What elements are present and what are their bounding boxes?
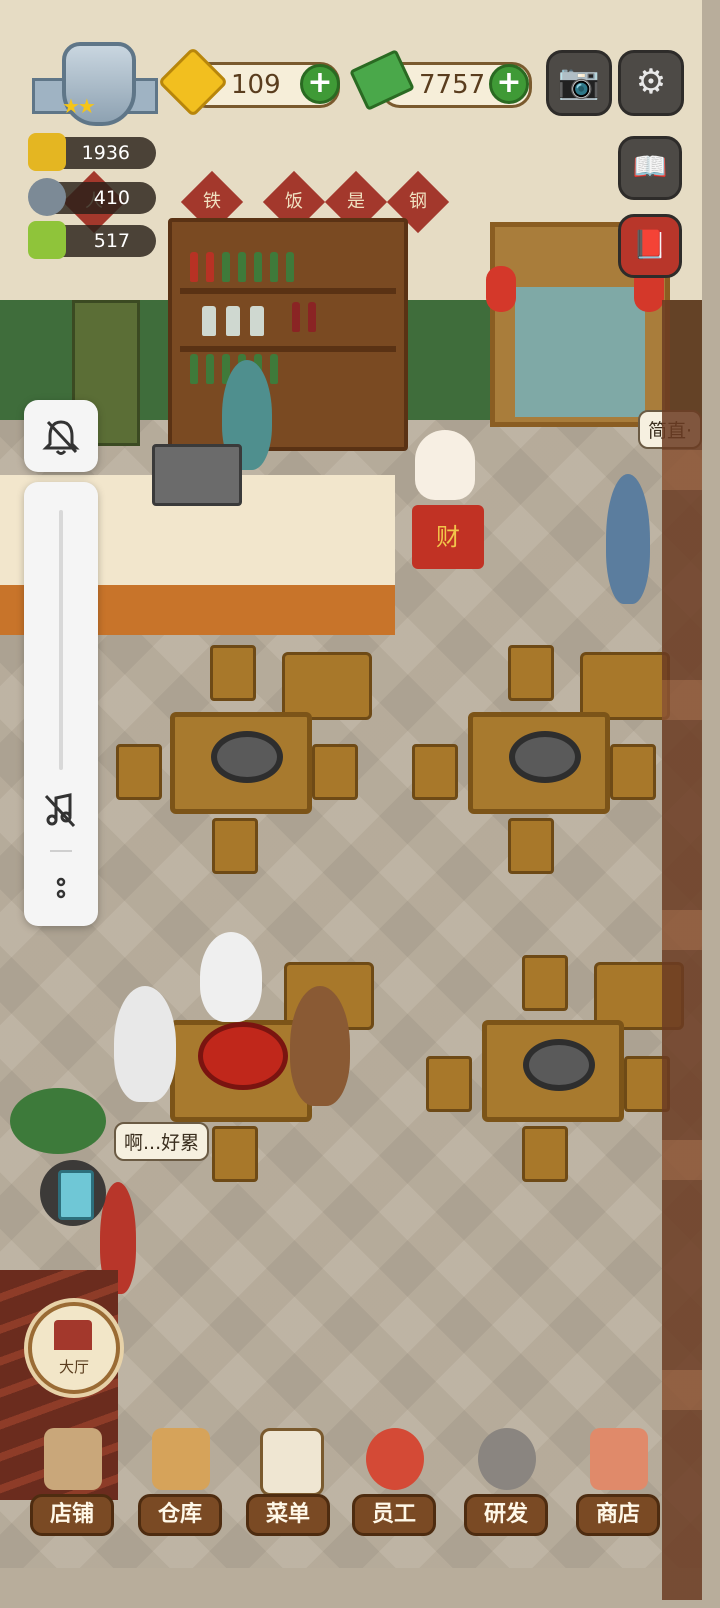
shop-stall-icon bbox=[590, 1428, 648, 1490]
storefront-icon bbox=[44, 1428, 102, 1490]
chair bbox=[426, 1056, 472, 1112]
gem-count: 109 bbox=[231, 70, 281, 100]
chair bbox=[212, 1126, 258, 1182]
nav-staff[interactable]: 员工 bbox=[344, 1428, 444, 1538]
customer-character[interactable] bbox=[290, 986, 350, 1106]
volume-slider[interactable] bbox=[59, 510, 63, 770]
book-question-icon: 📖 bbox=[632, 150, 668, 183]
chef-staff-icon bbox=[366, 1428, 424, 1490]
volume-divider bbox=[50, 850, 72, 852]
chair bbox=[412, 744, 458, 800]
recipe-book-icon bbox=[28, 221, 66, 259]
crates-icon bbox=[152, 1428, 210, 1490]
door-curtain bbox=[515, 287, 645, 417]
hotpot-icon bbox=[28, 133, 66, 171]
rank-stars-icon: ★★ bbox=[62, 94, 96, 118]
customer-character[interactable] bbox=[200, 932, 262, 1022]
nav-store[interactable]: 店铺 bbox=[22, 1428, 122, 1538]
nav-shop-label: 商店 bbox=[576, 1494, 660, 1536]
notebook-icon: 📕 bbox=[632, 228, 668, 261]
cash-count: 7757 bbox=[419, 70, 486, 100]
chair bbox=[312, 744, 358, 800]
clipboard-menu-icon bbox=[260, 1428, 324, 1496]
speech-bubble: 啊...好累 bbox=[114, 1122, 210, 1161]
nav-research-label: 研发 bbox=[464, 1494, 548, 1536]
wooden-railing bbox=[662, 300, 702, 1600]
recipe-stat-value: 517 bbox=[93, 230, 130, 252]
hall-building-icon bbox=[54, 1320, 92, 1350]
more-options-icon[interactable] bbox=[24, 874, 98, 911]
add-gems-button[interactable]: + bbox=[300, 64, 340, 104]
stove-icon bbox=[211, 731, 283, 783]
recipe-stat[interactable]: 517 bbox=[28, 221, 156, 259]
nav-warehouse[interactable]: 仓库 bbox=[130, 1428, 230, 1538]
camera-icon: 📷 bbox=[557, 62, 601, 102]
nav-menu[interactable]: 菜单 bbox=[238, 1428, 338, 1538]
nav-menu-label: 菜单 bbox=[246, 1494, 330, 1536]
notebook-button[interactable]: 📕 bbox=[618, 214, 682, 278]
chair bbox=[522, 955, 568, 1011]
hotpot-dish bbox=[198, 1022, 288, 1090]
cash-register-icon bbox=[152, 444, 242, 506]
dining-table-1[interactable] bbox=[170, 712, 312, 814]
chair bbox=[210, 645, 256, 701]
service-stat[interactable]: 410 bbox=[28, 178, 156, 216]
stove-icon bbox=[509, 731, 581, 783]
hall-label: 大厅 bbox=[58, 1358, 89, 1376]
nav-warehouse-label: 仓库 bbox=[138, 1494, 222, 1536]
nav-research[interactable]: 研发 bbox=[456, 1428, 556, 1538]
stove-icon bbox=[523, 1039, 595, 1091]
chair bbox=[610, 744, 656, 800]
hotpot-stat-value: 1936 bbox=[81, 142, 130, 164]
lucky-cat[interactable] bbox=[415, 430, 475, 500]
customer-character[interactable] bbox=[114, 986, 176, 1102]
camera-button[interactable]: 📷 bbox=[546, 50, 612, 116]
gear-icon: ⚙ bbox=[635, 62, 667, 102]
chair bbox=[116, 744, 162, 800]
order-clipboard-button[interactable] bbox=[40, 1160, 106, 1226]
settings-button[interactable]: ⚙ bbox=[618, 50, 684, 116]
chair bbox=[522, 1126, 568, 1182]
hotpot-stat[interactable]: 1936 bbox=[28, 133, 156, 171]
restaurant-rank-emblem[interactable]: ★★ bbox=[32, 42, 158, 126]
dining-table-4[interactable] bbox=[482, 1020, 624, 1122]
nav-shop[interactable]: 商店 bbox=[568, 1428, 668, 1538]
bell-muted-icon bbox=[42, 420, 80, 455]
service-stat-value: 410 bbox=[93, 187, 130, 209]
chair bbox=[508, 818, 554, 874]
add-cash-button[interactable]: + bbox=[489, 64, 529, 104]
chair bbox=[508, 645, 554, 701]
guide-book-button[interactable]: 📖 bbox=[618, 136, 682, 200]
potted-plant bbox=[10, 1088, 106, 1154]
wok-icon bbox=[478, 1428, 536, 1490]
volume-panel[interactable] bbox=[24, 482, 98, 926]
ringer-mode-button[interactable] bbox=[24, 400, 98, 472]
nav-store-label: 店铺 bbox=[30, 1494, 114, 1536]
dining-table-2[interactable] bbox=[468, 712, 610, 814]
nav-staff-label: 员工 bbox=[352, 1494, 436, 1536]
clipboard-icon bbox=[58, 1170, 94, 1220]
bench bbox=[282, 652, 372, 720]
hall-button[interactable]: 大厅 bbox=[28, 1302, 120, 1394]
music-muted-icon[interactable] bbox=[24, 790, 98, 837]
waiter-character[interactable] bbox=[606, 474, 650, 604]
cloche-icon bbox=[28, 178, 66, 216]
chair bbox=[212, 818, 258, 874]
bench bbox=[580, 652, 670, 720]
drink-shelf[interactable] bbox=[168, 218, 408, 451]
fortune-box: 财 bbox=[412, 505, 484, 569]
red-lantern bbox=[486, 266, 516, 312]
